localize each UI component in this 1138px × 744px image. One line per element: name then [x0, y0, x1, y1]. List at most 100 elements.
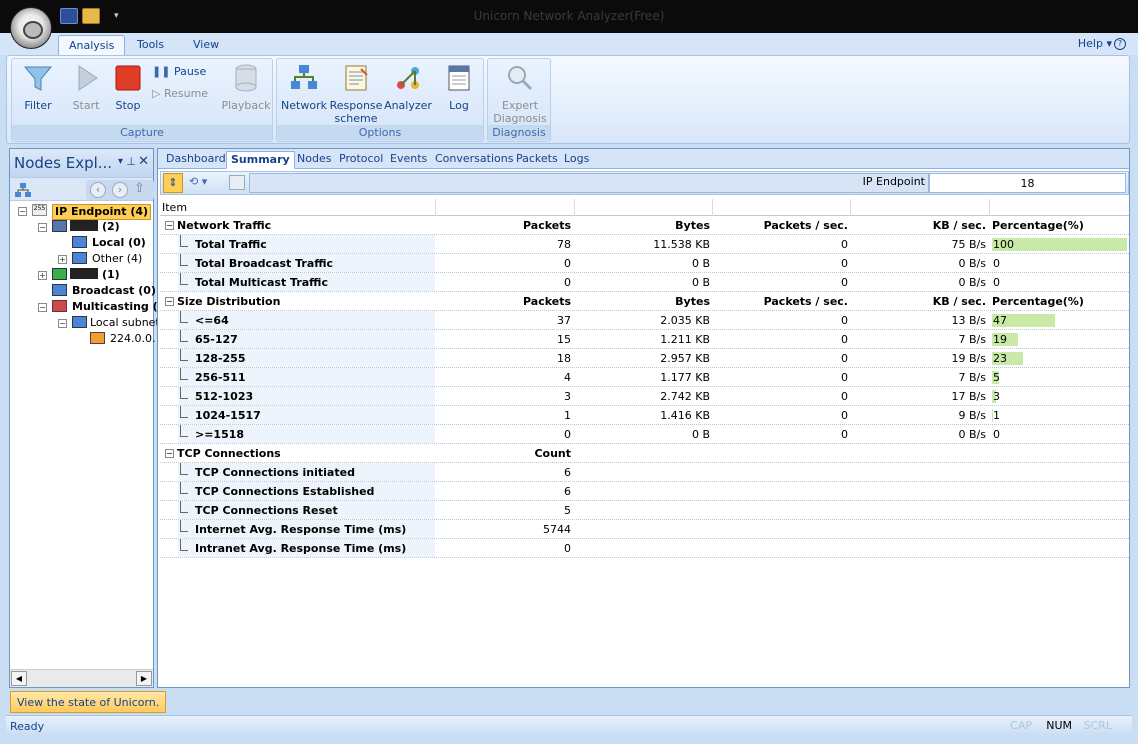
- scroll-right-icon[interactable]: ▶: [136, 671, 152, 686]
- content-tabs: Dashboard Summary Nodes Protocol Events …: [158, 149, 1129, 169]
- group-network-traffic[interactable]: − Network Traffic Packets Bytes Packets / se…: [160, 216, 1129, 235]
- table-row[interactable]: 65-127 15 1.211 KB 0 7 B/s 19: [160, 330, 1129, 349]
- log-label: Log: [449, 99, 469, 112]
- ribbon-tab-analysis[interactable]: Analysis: [58, 35, 126, 56]
- close-icon[interactable]: ✕: [138, 154, 149, 169]
- tree-node-local-subnet[interactable]: Local subnet: [90, 316, 160, 330]
- summary-grid: Item − Network Traffic Packets Bytes Packets…: [160, 199, 1129, 558]
- sort-icon[interactable]: ⇕: [163, 173, 183, 193]
- panel-dropdown-icon[interactable]: ▾: [118, 156, 123, 167]
- horizontal-scrollbar[interactable]: ◀ ▶: [10, 669, 153, 687]
- ribbon-tab-view[interactable]: View: [183, 35, 229, 56]
- table-row[interactable]: Total Traffic 78 11.538 KB 0 75 B/s 100: [160, 235, 1129, 254]
- tree-node-broadcast[interactable]: Broadcast (0): [72, 284, 156, 298]
- tab-conversations[interactable]: Conversations: [431, 151, 517, 169]
- help-menu[interactable]: Help ▾: [1078, 37, 1112, 50]
- row-name: 256-511: [178, 368, 435, 386]
- table-row[interactable]: Total Broadcast Traffic 0 0 B 0 0 B/s 0: [160, 254, 1129, 273]
- tree-node-local[interactable]: Local (0): [92, 236, 146, 250]
- group-label: Size Distribution: [177, 295, 281, 308]
- cell-packets-per-sec: 0: [841, 409, 848, 422]
- start-button[interactable]: Start: [66, 63, 106, 112]
- tree-node-other[interactable]: Other (4): [92, 252, 142, 266]
- network-tree-icon[interactable]: [14, 182, 32, 198]
- expand-icon[interactable]: +: [38, 271, 47, 280]
- table-row[interactable]: 128-255 18 2.957 KB 0 19 B/s 23: [160, 349, 1129, 368]
- table-row[interactable]: TCP Connections Reset 5: [160, 501, 1129, 520]
- table-row[interactable]: <=64 37 2.035 KB 0 13 B/s 47: [160, 311, 1129, 330]
- tab-logs[interactable]: Logs: [560, 151, 593, 169]
- collapse-icon[interactable]: −: [165, 221, 174, 230]
- subnet-icon: [72, 316, 87, 328]
- header-packets: Packets: [523, 219, 571, 232]
- log-button[interactable]: Log: [439, 63, 479, 112]
- response-scheme-button[interactable]: Response scheme: [329, 63, 383, 125]
- expand-icon[interactable]: +: [58, 255, 67, 264]
- quick-access-dropdown-icon[interactable]: ▾: [114, 8, 122, 24]
- row-name: >=1518: [178, 425, 435, 443]
- scroll-left-icon[interactable]: ◀: [11, 671, 27, 686]
- cell-percentage: 3: [993, 390, 1000, 403]
- collapse-icon[interactable]: −: [18, 207, 27, 216]
- tab-packets[interactable]: Packets: [512, 151, 562, 169]
- tree-node-group-1[interactable]: (2): [102, 220, 120, 234]
- tab-summary[interactable]: Summary: [226, 151, 295, 169]
- save-icon[interactable]: [60, 8, 78, 24]
- up-icon[interactable]: ⇧: [134, 181, 145, 196]
- ribbon-tab-tools[interactable]: Tools: [127, 35, 174, 56]
- refresh-icon[interactable]: ⟲ ▾: [189, 175, 207, 188]
- filter-button[interactable]: Filter: [18, 63, 58, 112]
- row-name: 1024-1517: [178, 406, 435, 424]
- table-row[interactable]: Internet Avg. Response Time (ms) 5744: [160, 520, 1129, 539]
- cell-bytes: 0 B: [691, 276, 710, 289]
- collapse-icon[interactable]: −: [58, 319, 67, 328]
- group-size-distribution[interactable]: − Size Distribution Packets Bytes Packets / …: [160, 292, 1129, 311]
- row-name: Total Broadcast Traffic: [178, 254, 435, 272]
- table-row[interactable]: 1024-1517 1 1.416 KB 0 9 B/s 1: [160, 406, 1129, 425]
- table-row[interactable]: TCP Connections initiated 6: [160, 463, 1129, 482]
- network-button[interactable]: Network: [281, 63, 327, 112]
- ribbon: Filter Start Stop ❚❚ Pause ▷ Resume Play…: [6, 55, 1130, 144]
- table-row[interactable]: 256-511 4 1.177 KB 0 7 B/s 5: [160, 368, 1129, 387]
- grid-body: − Network Traffic Packets Bytes Packets / se…: [160, 216, 1129, 558]
- tab-nodes[interactable]: Nodes: [293, 151, 335, 169]
- tab-events[interactable]: Events: [386, 151, 431, 169]
- table-row[interactable]: TCP Connections Established 6: [160, 482, 1129, 501]
- tree-node-ip-endpoint[interactable]: IP Endpoint (4): [52, 204, 152, 220]
- collapse-icon[interactable]: −: [165, 297, 174, 306]
- cell-bytes: 2.957 KB: [660, 352, 710, 365]
- scrl-indicator: SCRL: [1083, 719, 1112, 732]
- group-tcp-connections[interactable]: − TCP Connections Count: [160, 444, 1129, 463]
- back-icon[interactable]: ‹: [90, 182, 106, 198]
- collapse-icon[interactable]: −: [38, 303, 47, 312]
- table-row[interactable]: >=1518 0 0 B 0 0 B/s 0: [160, 425, 1129, 444]
- expert-diagnosis-button[interactable]: Expert Diagnosis: [492, 63, 548, 125]
- tree-line: [180, 425, 188, 437]
- tree-node-multicasting[interactable]: Multicasting (1: [72, 300, 165, 314]
- collapse-icon[interactable]: −: [165, 449, 174, 458]
- tree-node-group-2[interactable]: (1): [102, 268, 120, 282]
- stop-button[interactable]: Stop: [108, 63, 148, 112]
- help-icon[interactable]: ?: [1114, 38, 1126, 50]
- export-icon[interactable]: [229, 175, 245, 190]
- table-row[interactable]: Intranet Avg. Response Time (ms) 0: [160, 539, 1129, 558]
- nodes-explorer-panel: Nodes Expl... ▾ ⊥ ✕ ‹ › ⇧ − 255 IP Endpo…: [9, 148, 165, 688]
- tab-protocol[interactable]: Protocol: [335, 151, 387, 169]
- header-item[interactable]: Item: [162, 201, 187, 214]
- pin-icon[interactable]: ⊥: [126, 155, 136, 168]
- tab-dashboard[interactable]: Dashboard: [162, 151, 230, 169]
- pause-button[interactable]: ❚❚ Pause: [152, 65, 206, 78]
- open-folder-icon[interactable]: [82, 8, 100, 24]
- tree-node-multicast-address[interactable]: 224.0.0.: [110, 332, 155, 346]
- cell-packets: 78: [557, 238, 571, 251]
- playback-button[interactable]: Playback: [220, 63, 272, 112]
- collapse-icon[interactable]: −: [38, 223, 47, 232]
- filter-label: Filter: [24, 99, 52, 112]
- app-menu-orb[interactable]: [10, 7, 52, 49]
- tree-line: [180, 539, 188, 551]
- forward-icon[interactable]: ›: [112, 182, 128, 198]
- analyzer-button[interactable]: Analyzer: [383, 63, 433, 112]
- table-row[interactable]: Total Multicast Traffic 0 0 B 0 0 B/s 0: [160, 273, 1129, 292]
- resume-button[interactable]: ▷ Resume: [152, 87, 208, 100]
- table-row[interactable]: 512-1023 3 2.742 KB 0 17 B/s 3: [160, 387, 1129, 406]
